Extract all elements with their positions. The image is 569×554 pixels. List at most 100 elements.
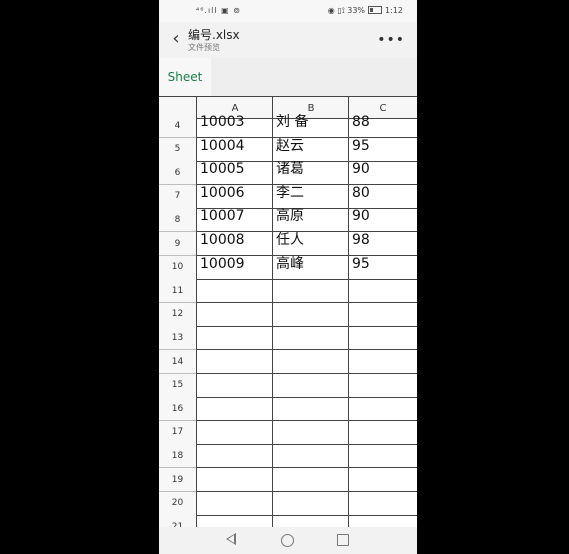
cell-a[interactable]: 10006: [196, 184, 273, 209]
row-number[interactable]: 18: [159, 444, 196, 469]
cell-a[interactable]: [196, 326, 273, 351]
nav-recents-icon[interactable]: [337, 534, 349, 546]
cell-a[interactable]: 10007: [196, 208, 273, 233]
cell-c[interactable]: 95: [348, 137, 417, 162]
row-number[interactable]: 4: [159, 114, 196, 138]
row-number[interactable]: 8: [159, 208, 196, 233]
table-row: 9 10008 任人 98: [159, 232, 417, 256]
row-number[interactable]: 12: [159, 302, 196, 327]
cell-b[interactable]: [272, 326, 349, 351]
cell-a[interactable]: [196, 444, 273, 469]
row-number[interactable]: 10: [159, 255, 196, 280]
table-row: 12: [159, 302, 417, 327]
nav-back-icon[interactable]: [226, 533, 236, 545]
cell-c[interactable]: [348, 468, 417, 492]
back-arrow-icon[interactable]: ‹: [169, 30, 183, 48]
cell-b[interactable]: [272, 515, 349, 527]
cell-a[interactable]: [196, 373, 273, 398]
cell-a[interactable]: 10004: [196, 137, 273, 162]
cell-a[interactable]: [196, 397, 273, 422]
cell-c[interactable]: [348, 515, 417, 527]
cell-c[interactable]: 95: [348, 255, 417, 280]
cell-c[interactable]: [348, 420, 417, 445]
cell-b[interactable]: [272, 397, 349, 422]
cell-c[interactable]: 90: [348, 161, 417, 186]
cell-a[interactable]: [196, 302, 273, 327]
cell-a[interactable]: [196, 515, 273, 527]
cell-a[interactable]: [196, 420, 273, 445]
row-number[interactable]: 17: [159, 420, 196, 445]
table-row: 19: [159, 468, 417, 492]
row-number[interactable]: 19: [159, 468, 196, 492]
row-number[interactable]: 5: [159, 137, 196, 162]
cell-b[interactable]: 赵云: [272, 137, 349, 162]
row-number[interactable]: 21: [159, 515, 196, 527]
phone-screen: ⁴⁶.ıll ▣ ⊚ ◉ ▯⟟ 33% 1:12 ‹ 编号.xlsx 文件预览 •…: [159, 0, 417, 554]
cell-b[interactable]: [272, 468, 349, 492]
cell-b[interactable]: 李二: [272, 184, 349, 209]
cell-a[interactable]: 10009: [196, 255, 273, 280]
cell-b[interactable]: 刘 备: [272, 114, 349, 138]
more-options-icon[interactable]: •••: [377, 32, 405, 48]
row-number[interactable]: 6: [159, 161, 196, 186]
cell-c[interactable]: [348, 279, 417, 304]
cell-b[interactable]: 高峰: [272, 255, 349, 280]
cell-c[interactable]: [348, 373, 417, 398]
row-number[interactable]: 9: [159, 232, 196, 256]
cell-c[interactable]: [348, 350, 417, 374]
cell-b[interactable]: [272, 350, 349, 374]
table-row: 11: [159, 279, 417, 304]
sheet-tab-bar: Sheet: [159, 58, 417, 96]
table-row: 18: [159, 444, 417, 469]
cell-c[interactable]: 90: [348, 208, 417, 233]
cell-b[interactable]: [272, 279, 349, 304]
cell-a[interactable]: 10005: [196, 161, 273, 186]
cell-a[interactable]: [196, 279, 273, 304]
cell-b[interactable]: [272, 302, 349, 327]
table-row: 20: [159, 491, 417, 516]
row-number[interactable]: 7: [159, 184, 196, 209]
file-title: 编号.xlsx: [188, 28, 240, 42]
row-number[interactable]: 11: [159, 279, 196, 304]
row-number[interactable]: 15: [159, 373, 196, 398]
cell-a[interactable]: 10003: [196, 114, 273, 138]
cell-b[interactable]: [272, 373, 349, 398]
status-bar: ⁴⁶.ıll ▣ ⊚ ◉ ▯⟟ 33% 1:12: [159, 0, 417, 22]
table-row: 8 10007 高原 90: [159, 208, 417, 233]
table-row: 6 10005 诸葛 90: [159, 161, 417, 186]
cell-c[interactable]: [348, 302, 417, 327]
cell-a[interactable]: 10008: [196, 232, 273, 256]
cell-c[interactable]: 98: [348, 232, 417, 256]
cell-b[interactable]: 诸葛: [272, 161, 349, 186]
cell-c[interactable]: 88: [348, 114, 417, 138]
cell-b[interactable]: 任人: [272, 232, 349, 256]
cell-b[interactable]: [272, 491, 349, 516]
row-number[interactable]: 13: [159, 326, 196, 351]
cell-a[interactable]: [196, 350, 273, 374]
table-row: 14: [159, 350, 417, 374]
file-subtitle: 文件预览: [188, 43, 220, 52]
clock: 1:12: [385, 6, 403, 15]
spreadsheet-grid[interactable]: A B C 4 10003 刘 备 88 5 10004 赵云 95 6 10005 诸葛 90 7 10…: [159, 96, 417, 527]
cell-a[interactable]: [196, 468, 273, 492]
cell-b[interactable]: [272, 444, 349, 469]
row-number[interactable]: 20: [159, 491, 196, 516]
tab-sheet[interactable]: Sheet: [159, 58, 211, 96]
table-row: 4 10003 刘 备 88: [159, 114, 417, 138]
row-number[interactable]: 14: [159, 350, 196, 374]
cell-c[interactable]: [348, 397, 417, 422]
cell-c[interactable]: [348, 491, 417, 516]
cell-b[interactable]: 高原: [272, 208, 349, 233]
nav-home-icon[interactable]: [281, 534, 294, 547]
table-row: 15: [159, 373, 417, 398]
cell-c[interactable]: 80: [348, 184, 417, 209]
row-number[interactable]: 16: [159, 397, 196, 422]
battery-text: ◉ ▯⟟ 33%: [327, 6, 366, 15]
table-row: 10 10009 高峰 95: [159, 255, 417, 280]
cell-c[interactable]: [348, 326, 417, 351]
table-row: 16: [159, 397, 417, 422]
system-nav-bar: [159, 527, 417, 554]
cell-c[interactable]: [348, 444, 417, 469]
cell-a[interactable]: [196, 491, 273, 516]
cell-b[interactable]: [272, 420, 349, 445]
